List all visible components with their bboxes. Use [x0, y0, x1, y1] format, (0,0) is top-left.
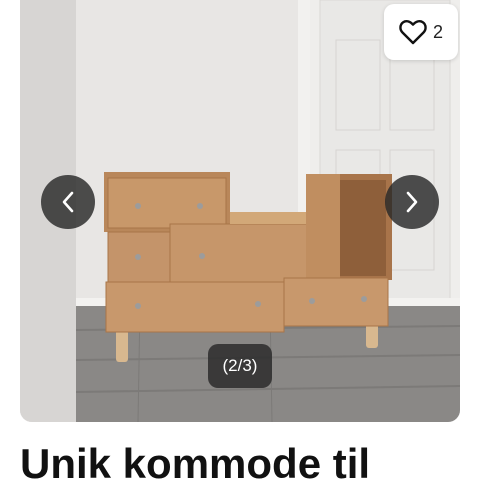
favorite-button[interactable]: 2	[384, 4, 458, 60]
chevron-left-icon	[62, 191, 74, 213]
listing-title: Unik kommode til	[20, 440, 371, 487]
chevron-right-icon	[406, 191, 418, 213]
favorite-count: 2	[432, 21, 443, 42]
next-image-button[interactable]	[385, 175, 439, 229]
image-counter: (2/3)	[208, 344, 272, 388]
heart-outline-icon	[399, 19, 427, 45]
previous-image-button[interactable]	[41, 175, 95, 229]
